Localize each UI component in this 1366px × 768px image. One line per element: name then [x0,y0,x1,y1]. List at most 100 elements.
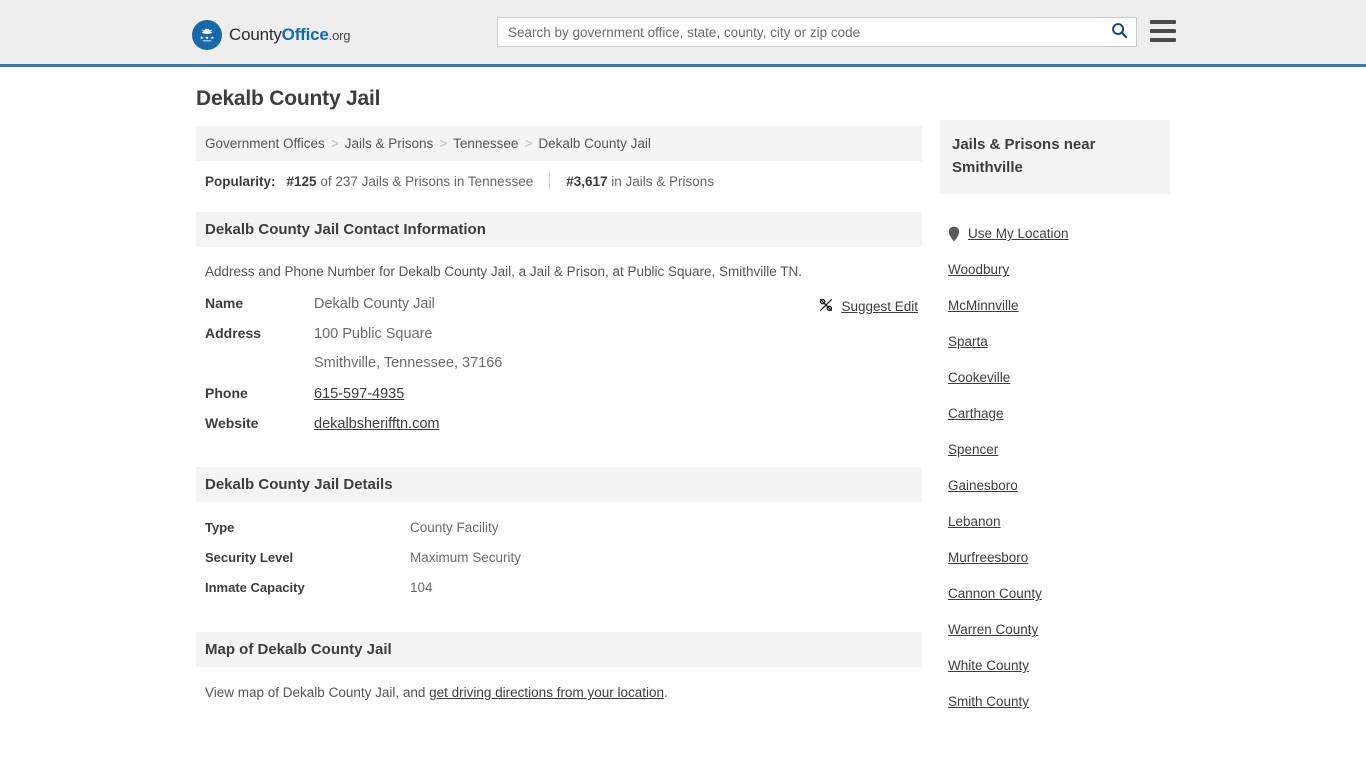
details-table: Type County Facility Security Level Maxi… [196,520,922,610]
details-key-inmate-capacity: Inmate Capacity [205,580,305,595]
sidebar-item-label: Woodbury [948,262,1010,277]
popularity-state-rank: #125 of 237 Jails & Prisons in Tennessee [287,174,534,189]
details-section-header: Dekalb County Jail Details [196,467,922,502]
search-bar[interactable] [497,17,1137,47]
contact-value-website-link[interactable]: dekalbsherifftn.com [314,416,439,432]
logo-word-tld: .org [328,28,351,43]
suggest-edit-button[interactable]: Suggest Edit [818,297,918,316]
page-title: Dekalb County Jail [196,87,381,110]
site-logo-text: CountyOffice.org [229,25,350,45]
breadcrumb-item-2[interactable]: Tennessee [453,136,518,151]
sidebar-item-label: Sparta [948,334,988,349]
map-section-header: Map of Dekalb County Jail [196,632,922,667]
contact-key-phone: Phone [205,385,248,401]
breadcrumb-separator-icon: > [524,136,533,151]
sidebar-item-warren-county[interactable]: Warren County [940,612,1170,648]
sidebar-item-label: Cannon County [948,586,1042,601]
driving-directions-link[interactable]: get driving directions from your locatio… [429,685,664,700]
sidebar-item-use-my-location[interactable]: Use My Location [940,216,1170,252]
sidebar-item-label: Murfreesboro [948,550,1029,565]
sidebar-item-gainesboro[interactable]: Gainesboro [940,468,1170,504]
popularity-row: Popularity: #125 of 237 Jails & Prisons … [196,161,922,190]
breadcrumb: Government Offices > Jails & Prisons > T… [196,126,922,161]
search-icon [1110,21,1129,43]
map-section-text: View map of Dekalb County Jail, and get … [196,667,922,700]
contact-section-header: Dekalb County Jail Contact Information [196,212,922,247]
sidebar-item-sparta[interactable]: Sparta [940,324,1170,360]
sidebar-item-mcminnville[interactable]: McMinnville [940,288,1170,324]
hamburger-bar [1150,20,1176,24]
contact-value-phone-link[interactable]: 615-597-4935 [314,386,404,402]
details-key-security-level: Security Level [205,550,294,565]
contact-row-website: Website dekalbsherifftn.com [196,415,922,445]
sidebar-item-label: Smith County [948,694,1030,709]
breadcrumb-item-current: Dekalb County Jail [538,136,651,151]
popularity-divider [549,173,551,190]
contact-table: Suggest Edit Name Dekalb County Jail Add… [196,295,922,445]
popularity-state-rank-value: #125 [286,174,317,189]
sidebar-title: Jails & Prisons near Smithville [940,120,1170,194]
map-text-after: . [663,685,668,700]
details-row-inmate-capacity: Inmate Capacity 104 [196,580,922,610]
map-text-before: View map of Dekalb County Jail, and [205,685,430,700]
sidebar-item-white-county[interactable]: White County [940,648,1170,684]
suggest-edit-label: Suggest Edit [841,299,918,314]
edit-pencil-icon [818,297,834,316]
sidebar-item-label: Gainesboro [948,478,1018,493]
details-value-security-level: Maximum Security [410,550,522,565]
contact-row-address-line2: Smithville, Tennessee, 37166 [196,355,922,385]
sidebar-item-spencer[interactable]: Spencer [940,432,1170,468]
sidebar-item-label: Lebanon [948,514,1001,529]
logo-word-county: County [229,25,282,44]
search-input[interactable] [498,18,1102,46]
popularity-label: Popularity: [205,174,276,189]
contact-key-address: Address [205,325,262,341]
sidebar-item-cookeville[interactable]: Cookeville [940,360,1170,396]
sidebar-item-murfreesboro[interactable]: Murfreesboro [940,540,1170,576]
contact-value-address-street: 100 Public Square [314,326,433,342]
sidebar-nearby-list: Use My Location Woodbury McMinnville Spa… [940,216,1170,720]
site-header: CountyOffice.org [0,0,1366,67]
popularity-national-rank-suffix: in Jails & Prisons [611,174,715,189]
sidebar-item-lebanon[interactable]: Lebanon [940,504,1170,540]
sidebar-item-label: Cookeville [948,370,1011,385]
sidebar-item-label: Use My Location [968,226,1069,241]
site-logo[interactable]: CountyOffice.org [192,20,350,50]
breadcrumb-item-0[interactable]: Government Offices [205,136,325,151]
popularity-national-rank: #3,617 in Jails & Prisons [566,174,714,189]
breadcrumb-item-1[interactable]: Jails & Prisons [345,136,434,151]
contact-key-website: Website [205,415,259,431]
hamburger-menu-icon[interactable] [1150,20,1176,42]
search-button[interactable] [1102,18,1136,46]
eagle-stars-emblem-icon [192,20,222,50]
map-pin-icon [948,226,960,242]
details-value-type: County Facility [410,520,499,535]
details-row-type: Type County Facility [196,520,922,550]
sidebar-item-woodbury[interactable]: Woodbury [940,252,1170,288]
contact-row-phone: Phone 615-597-4935 [196,385,922,415]
contact-section-intro: Address and Phone Number for Dekalb Coun… [205,264,803,279]
sidebar-item-label: Spencer [948,442,999,457]
sidebar: Jails & Prisons near Smithville Use My L… [940,120,1170,720]
contact-row-address: Address 100 Public Square [196,325,922,355]
contact-value-address-city: Smithville, Tennessee, 37166 [314,355,503,371]
popularity-national-rank-value: #3,617 [566,174,608,189]
sidebar-item-label: Carthage [948,406,1004,421]
sidebar-item-label: McMinnville [948,298,1019,313]
sidebar-item-smith-county[interactable]: Smith County [940,684,1170,720]
sidebar-item-carthage[interactable]: Carthage [940,396,1170,432]
hamburger-bar [1150,29,1176,33]
contact-row-name: Name Dekalb County Jail [196,295,922,325]
sidebar-item-label: White County [948,658,1030,673]
contact-value-name: Dekalb County Jail [314,296,435,312]
details-row-security-level: Security Level Maximum Security [196,550,922,580]
sidebar-item-cannon-county[interactable]: Cannon County [940,576,1170,612]
logo-word-office: Office [281,25,329,44]
details-value-inmate-capacity: 104 [410,580,433,595]
popularity-state-rank-suffix: of 237 Jails & Prisons in Tennessee [320,174,534,189]
hamburger-bar [1150,38,1176,42]
contact-key-name: Name [205,295,244,311]
details-key-type: Type [205,520,235,535]
breadcrumb-separator-icon: > [439,136,448,151]
main-content: Dekalb County Jail Government Offices > … [196,87,922,700]
